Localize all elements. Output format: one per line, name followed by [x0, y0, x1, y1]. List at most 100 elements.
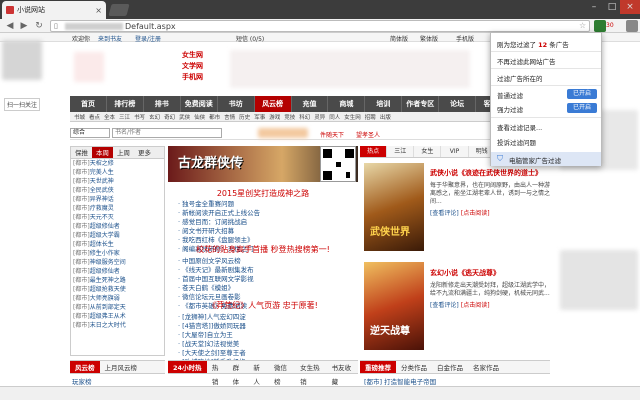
- menu-item[interactable]: 作者专区: [402, 96, 440, 112]
- book-title[interactable]: 武侠小说《浪迹在武侠世界的道士》: [430, 168, 550, 178]
- item-title[interactable]: 超级大学霸: [90, 232, 120, 239]
- news-link[interactable]: · 新帐阅读开启正式上线公告: [178, 209, 358, 218]
- item-title[interactable]: 超级抢救天使: [90, 286, 126, 293]
- item-title[interactable]: 超级修仙者: [90, 223, 120, 230]
- list-item[interactable]: [都市]超级弗王从术: [71, 312, 164, 321]
- list-item[interactable]: [都市]超体长生: [71, 240, 164, 249]
- list-item[interactable]: [都市]异界神话: [71, 195, 164, 204]
- menu-item[interactable]: 充值: [292, 96, 329, 112]
- submenu-link[interactable]: 言情: [224, 113, 235, 121]
- brand-line[interactable]: 女生网: [182, 50, 203, 61]
- item-title[interactable]: 超体长生: [90, 241, 114, 248]
- right-tab[interactable]: 热点: [360, 146, 388, 157]
- brand-line[interactable]: 手机网: [182, 72, 203, 83]
- brand-line[interactable]: 文学网: [182, 61, 203, 72]
- side-qr-label[interactable]: 扫一扫关注: [4, 98, 41, 111]
- right-tab[interactable]: 三江: [387, 146, 415, 157]
- right-tab[interactable]: 女生: [414, 146, 442, 157]
- message-count[interactable]: 短信 (0/5): [236, 34, 264, 43]
- list-item[interactable]: [都市]最生死神之路: [71, 276, 164, 285]
- disable-site-filter[interactable]: 不再过滤此网站广告: [497, 56, 556, 66]
- headline-1[interactable]: 2015星创奖打造成神之路: [168, 188, 358, 199]
- item-title[interactable]: 超级弗王从术: [90, 313, 126, 320]
- list-item[interactable]: [都市]天棺之修: [71, 159, 164, 168]
- bottom-tab[interactable]: 名家作品: [468, 361, 504, 373]
- list-item[interactable]: [都市]疗救魔灵: [71, 204, 164, 213]
- book-title[interactable]: 玄幻小说《逃天战尊》: [430, 268, 550, 278]
- item-title[interactable]: 神级服务空间: [90, 259, 126, 266]
- headline-2[interactable]: 校花的贴身高手首播 秒登热搜榜第一!: [168, 244, 358, 255]
- news-link[interactable]: · [大天使之剑]至尊王者: [178, 349, 358, 358]
- search-button[interactable]: [258, 128, 308, 138]
- forward-icon[interactable]: ▶: [18, 20, 30, 32]
- list-item[interactable]: [都市]完美人生: [71, 168, 164, 177]
- menu-item[interactable]: 商城: [328, 96, 366, 112]
- tab-ranking[interactable]: 风云榜: [70, 361, 100, 373]
- menu-item[interactable]: 排行榜: [107, 96, 144, 112]
- submenu-link[interactable]: 仙侠: [194, 113, 205, 121]
- normal-filter-toggle[interactable]: 已开启: [567, 89, 597, 99]
- item-title[interactable]: 完美人生: [90, 169, 114, 176]
- ranking-tab[interactable]: 上周: [113, 147, 134, 158]
- report-filter-issue[interactable]: 投诉过滤问题: [497, 137, 536, 147]
- news-link[interactable]: · [龙狮神]人气宏幻四淀: [178, 313, 358, 322]
- item-title[interactable]: 天棺之修: [90, 160, 114, 167]
- menu-item[interactable]: 书坊: [218, 96, 255, 112]
- book-cover-2[interactable]: 逆天战尊: [364, 262, 424, 350]
- search-type-select[interactable]: 综合: [70, 128, 110, 138]
- ranking-tab[interactable]: 保推: [71, 147, 92, 158]
- bottom-tab[interactable]: 女生热销: [295, 361, 326, 386]
- login-link[interactable]: 登录/注册: [135, 34, 161, 43]
- book-cover-1[interactable]: 武侠世界: [364, 163, 424, 251]
- item-title[interactable]: 天世武神: [90, 178, 114, 185]
- maximize-icon[interactable]: □: [602, 0, 622, 14]
- submenu-link[interactable]: 全本: [104, 113, 115, 121]
- ranking-tab[interactable]: 本周: [92, 147, 113, 158]
- submenu-link[interactable]: 同人: [329, 113, 340, 121]
- close-tab-icon[interactable]: ×: [95, 6, 102, 15]
- menu-item[interactable]: 排书: [144, 96, 181, 112]
- bottom-tab[interactable]: 群体: [228, 361, 249, 386]
- item-title[interactable]: 天元不灭: [90, 214, 114, 221]
- bottom-tab[interactable]: 重磅推荐: [360, 361, 396, 373]
- item-title[interactable]: 超级修仙者: [90, 268, 120, 275]
- list-item[interactable]: [都市]天世武神: [71, 177, 164, 186]
- menu-item[interactable]: 首页: [70, 96, 107, 112]
- news-link[interactable]: · 苍天白鹤《模姐》: [178, 284, 358, 293]
- bookmark-star-icon[interactable]: ☆: [579, 21, 586, 30]
- news-link[interactable]: · 阅文书开研大招募: [178, 227, 358, 236]
- bottom-list-item[interactable]: [都市] 打造智能电子帝国: [364, 376, 436, 386]
- menu-item[interactable]: 风云榜: [254, 96, 292, 112]
- bottom-list-item[interactable]: 玩家榜: [72, 376, 92, 386]
- news-link[interactable]: · [战天堂]幻法视觉美: [178, 340, 358, 349]
- new-tab-button[interactable]: [108, 4, 130, 16]
- submenu-link[interactable]: 武侠: [179, 113, 190, 121]
- list-item[interactable]: [都市]末日之大时代: [71, 321, 164, 330]
- traditional-link[interactable]: 繁体版: [420, 34, 438, 43]
- simplified-link[interactable]: 简体版: [390, 34, 408, 43]
- submenu-link[interactable]: 看点: [89, 113, 100, 121]
- read-link[interactable]: [点击阅读]: [461, 210, 490, 217]
- ranking-tab[interactable]: 更多: [134, 147, 155, 158]
- list-item[interactable]: [都市]修生小作家: [71, 249, 164, 258]
- submenu-link[interactable]: 书写: [134, 113, 145, 121]
- list-item[interactable]: [都市]超级修仙者: [71, 222, 164, 231]
- menu-item[interactable]: 论坛: [439, 96, 477, 112]
- submenu-link[interactable]: 科幻: [299, 113, 310, 121]
- tab-last-month[interactable]: 上月风云榜: [100, 361, 143, 373]
- item-title[interactable]: 最生死神之路: [90, 277, 126, 284]
- hot-search-link[interactable]: 望孝圣人: [356, 130, 380, 139]
- submenu-link[interactable]: 都市: [209, 113, 220, 121]
- bottom-tab[interactable]: 热销: [207, 361, 228, 386]
- list-item[interactable]: [都市]超级抢救天使: [71, 285, 164, 294]
- right-tab[interactable]: VIP: [441, 146, 469, 157]
- news-link[interactable]: · 独号金全重赛问题: [178, 200, 358, 209]
- news-link[interactable]: · 中国原创文学风云榜: [178, 257, 358, 266]
- bottom-tab[interactable]: 24小时热销: [168, 361, 207, 386]
- extension-shield-icon[interactable]: [594, 20, 606, 32]
- bottom-tab[interactable]: 新人: [248, 361, 269, 386]
- topbar-link-1[interactable]: 来到书友: [98, 34, 122, 43]
- submenu-link[interactable]: 游戏: [269, 113, 280, 121]
- minimize-icon[interactable]: –: [584, 0, 604, 14]
- list-item[interactable]: [都市]天元不灭: [71, 213, 164, 222]
